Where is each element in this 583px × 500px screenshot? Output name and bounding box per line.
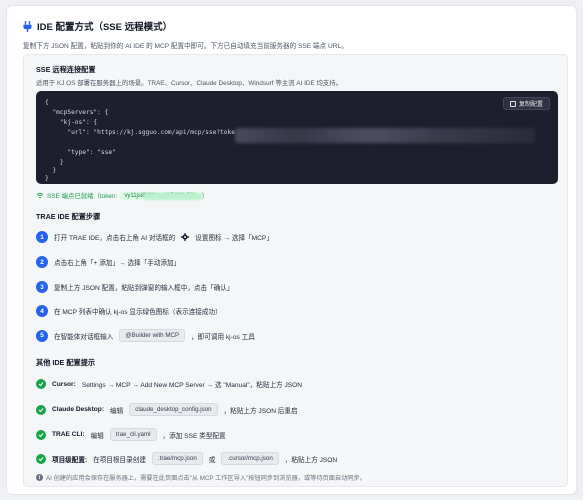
ide-tip-label: Cursor: — [52, 380, 76, 388]
step-number: 4 — [36, 305, 48, 317]
step-text: 打开 TRAE IDE，点击右上角 AI 对话框的 — [54, 235, 176, 242]
file-chip: .trae/mcp.json — [151, 452, 203, 465]
code-line: { — [45, 99, 49, 106]
step-text: 在 MCP 列表中确认 kj-os 显示绿色图标（表示连接成功） — [54, 309, 222, 316]
check-icon — [36, 453, 46, 464]
connection-status-text: SSE 端点已就绪（token: — [47, 193, 118, 200]
panel-header: IDE 配置方式（SSE 远程模式） — [23, 19, 172, 33]
ide-tip-text-cont: ，粘贴上方 JSON 后重启 — [223, 407, 298, 415]
ide-tip-item: 项目级配置: 在项目根目录创建 .trae/mcp.json 或 .cursor… — [36, 452, 337, 465]
code-line: } — [45, 159, 64, 166]
other-ide-title: 其他 IDE 配置提示 — [36, 358, 96, 367]
step-text: 在智能体对话框输入 — [54, 333, 114, 341]
step-item: 2 点击右上角「+ 添加」→ 选择「手动添加」 — [36, 256, 180, 268]
redacted-token — [235, 128, 535, 143]
gear-icon — [181, 233, 190, 241]
page-title: IDE 配置方式（SSE 远程模式） — [37, 22, 173, 33]
builder-chip: @Builder with MCP — [119, 329, 186, 342]
page-description: 复制下方 JSON 配置，粘贴到你的 AI IDE 的 MCP 配置中即可。下方… — [23, 43, 348, 50]
copy-icon — [509, 100, 516, 107]
step-item: 5 在智能体对话框输入 @Builder with MCP ，即可调用 kj-o… — [36, 329, 255, 342]
file-chip: trae_cli.yaml — [109, 428, 157, 441]
ide-tip-text-mid: 或 — [208, 456, 216, 464]
ide-tip-item: Cursor: Settings → MCP → Add New MCP Ser… — [36, 379, 302, 389]
ide-tip-label: TRAE CLI: — [52, 431, 85, 438]
connection-status-close: ） — [201, 193, 209, 200]
code-line: "type": "sse" — [45, 149, 116, 156]
ide-tip-text-cont: ，粘贴上方 JSON — [284, 456, 338, 464]
file-chip: claude_desktop_config.json — [129, 403, 218, 416]
footer-note: i AI 创建的应用会保存在服务器上，需要在此页面点击"从 MCP 工作区导入"… — [36, 473, 366, 482]
code-line: "mcpServers": { — [45, 109, 109, 116]
token-badge: vy11jsi8WNw...IAEXWxBX — [120, 191, 203, 200]
json-code-block[interactable]: { "mcpServers": { "kj-os": { "url": "htt… — [36, 91, 558, 184]
step-text-cont: ，即可调用 kj-os 工具 — [191, 333, 255, 341]
sse-section-subtitle: 适用于 KJ OS 部署在服务器上的场景。TRAE、Cursor、Claude … — [36, 80, 343, 87]
step-text: 点击右上角「+ 添加」→ 选择「手动添加」 — [54, 260, 181, 267]
ide-tip-text-cont: ，添加 SSE 类型配置 — [162, 432, 226, 440]
footer-note-text: AI 创建的应用会保存在服务器上，需要在此页面点击"从 MCP 工作区导入"按钮… — [46, 475, 366, 482]
check-icon — [36, 404, 46, 415]
ide-tip-text: Settings → MCP → Add New MCP Server → 选 … — [81, 382, 303, 389]
code-line: "kj-os": { — [45, 119, 98, 126]
step-item: 1 打开 TRAE IDE，点击右上角 AI 对话框的 设置图标 → 选择「MC… — [36, 231, 273, 243]
file-chip: .cursor/mcp.json — [221, 452, 279, 465]
step-number: 3 — [36, 281, 48, 293]
step-number: 2 — [36, 256, 48, 268]
info-icon: i — [36, 474, 43, 481]
connection-status: SSE 端点已就绪（token: vy11jsi8WNw...IAEXWxBX … — [36, 191, 208, 200]
ide-tip-label: 项目级配置: — [52, 456, 88, 464]
check-icon — [36, 379, 46, 389]
ide-tip-label: Claude Desktop: — [52, 406, 105, 413]
code-line: } — [45, 175, 49, 182]
mcp-config-panel: IDE 配置方式（SSE 远程模式） 复制下方 JSON 配置，粘贴到你的 AI… — [6, 5, 577, 495]
plug-icon — [23, 20, 32, 32]
trae-section-title: TRAE IDE 配置步骤 — [36, 212, 101, 221]
step-item: 4 在 MCP 列表中确认 kj-os 显示绿色图标（表示连接成功） — [36, 305, 222, 317]
wifi-icon — [36, 192, 44, 199]
code-line: } — [45, 167, 57, 174]
sse-config-card: SSE 远程连接配置 适用于 KJ OS 部署在服务器上的场景。TRAE、Cur… — [23, 54, 568, 487]
step-text-cont: 设置图标 → 选择「MCP」 — [195, 235, 273, 242]
code-line: "url": "https://kj.sgguo.com/api/mcp/sse… — [45, 129, 235, 136]
ide-tip-text: 编辑 — [110, 407, 124, 415]
copy-config-button[interactable]: 复制配置 — [502, 97, 550, 110]
step-number: 5 — [36, 329, 48, 342]
ide-tip-item: TRAE CLI: 编辑 trae_cli.yaml ，添加 SSE 类型配置 — [36, 428, 226, 441]
ide-tip-text: 编辑 — [90, 432, 104, 440]
step-number: 1 — [36, 231, 48, 243]
ide-tip-item: Claude Desktop: 编辑 claude_desktop_config… — [36, 403, 298, 416]
ide-tip-text: 在项目根目录创建 — [93, 456, 146, 464]
sse-section-title: SSE 远程连接配置 — [36, 65, 96, 74]
step-text: 复制上方 JSON 配置，粘贴到弹窗的输入框中，点击「确认」 — [54, 285, 234, 292]
step-item: 3 复制上方 JSON 配置，粘贴到弹窗的输入框中，点击「确认」 — [36, 281, 234, 293]
copy-config-label: 复制配置 — [518, 101, 543, 108]
check-icon — [36, 429, 46, 440]
token-mask — [144, 192, 203, 200]
